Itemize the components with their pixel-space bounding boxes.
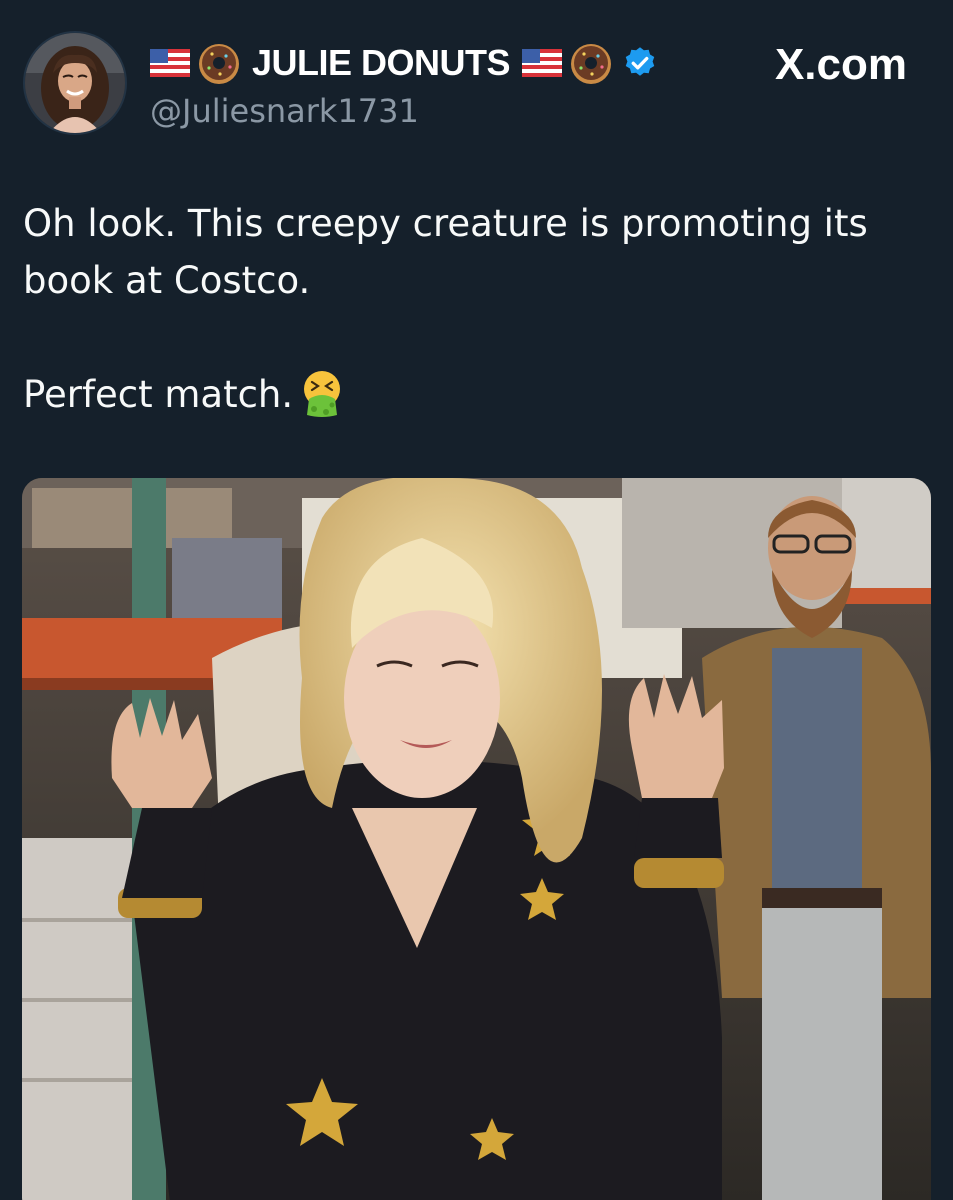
display-name-row[interactable]: JULIE DONUTS [150, 38, 670, 88]
avatar-image [25, 33, 125, 133]
post-text-last: Perfect match. [23, 373, 294, 416]
video-frame [22, 478, 931, 1200]
user-handle[interactable]: @Juliesnark1731 [150, 92, 670, 130]
display-name[interactable]: JULIE DONUTS [252, 42, 511, 84]
post-text: Oh look. This creepy creature is promoti… [23, 195, 923, 423]
post-header: JULIE DONUTS @Juliesnark1731 [150, 38, 670, 130]
post-text-line: Perfect match. [23, 366, 923, 423]
verified-badge-icon [625, 47, 655, 76]
donut-icon [199, 44, 239, 84]
brand-watermark: X.com [775, 40, 907, 90]
donut-icon [571, 44, 612, 84]
brand-watermark-text: X.com [774, 40, 907, 89]
us-flag-icon [150, 49, 190, 77]
tweet-card: JULIE DONUTS @Juliesnark1731 X.com Oh lo… [0, 0, 953, 1200]
post-text-line: Oh look. This creepy creature is promoti… [23, 202, 868, 245]
post-text-line: book at Costco. [23, 259, 311, 302]
avatar[interactable] [23, 31, 127, 135]
post-media-video[interactable] [22, 478, 931, 1200]
nauseated-vomiting-face-icon [304, 371, 341, 417]
us-flag-icon [522, 49, 563, 77]
